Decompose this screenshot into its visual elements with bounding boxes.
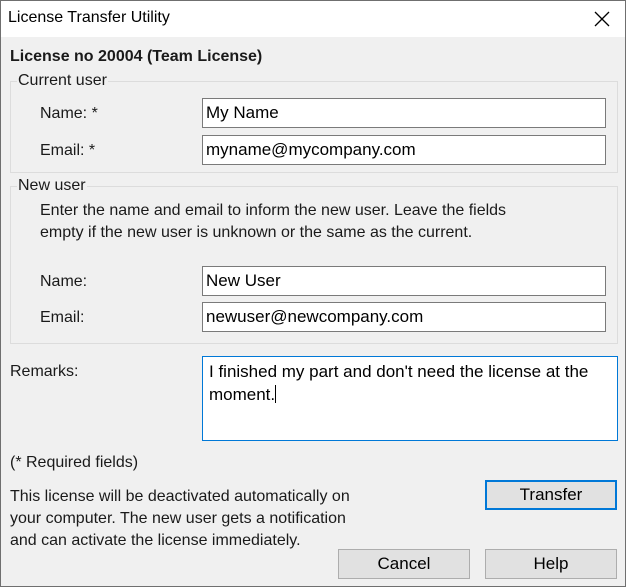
window-title: License Transfer Utility: [8, 9, 170, 26]
new-user-description: Enter the name and email to inform the n…: [40, 200, 506, 244]
new-user-legend: New user: [17, 177, 87, 195]
deactivation-info-line1: This license will be deactivated automat…: [10, 488, 350, 505]
new-user-description-line2: empty if the new user is unknown or the …: [40, 224, 473, 241]
current-user-legend: Current user: [17, 72, 108, 90]
transfer-button[interactable]: Transfer: [485, 480, 617, 510]
license-transfer-dialog: License Transfer Utility License no 2000…: [0, 0, 626, 587]
cancel-button[interactable]: Cancel: [338, 549, 470, 579]
text-caret: [275, 385, 277, 403]
help-button[interactable]: Help: [485, 549, 617, 579]
current-name-label: Name: *: [40, 105, 98, 122]
new-email-field[interactable]: newuser@newcompany.com: [202, 302, 606, 332]
remarks-textarea[interactable]: I finished my part and don't need the li…: [202, 356, 618, 441]
deactivation-info-line3: and can activate the license immediately…: [10, 532, 301, 549]
close-icon: [594, 11, 610, 27]
current-name-field[interactable]: My Name: [202, 98, 606, 128]
license-heading: License no 20004 (Team License): [10, 48, 263, 65]
title-bar: License Transfer Utility: [1, 1, 625, 37]
remarks-line1: I finished my part and don't need the li…: [209, 362, 589, 381]
remarks-label: Remarks:: [10, 363, 79, 380]
new-name-label: Name:: [40, 273, 88, 290]
current-email-field[interactable]: myname@mycompany.com: [202, 135, 606, 165]
remarks-line2: moment.: [209, 385, 276, 404]
new-user-description-line1: Enter the name and email to inform the n…: [40, 202, 507, 219]
new-email-label: Email:: [40, 309, 85, 326]
required-fields-note: (* Required fields): [10, 454, 139, 471]
new-name-field[interactable]: New User: [202, 266, 606, 296]
current-email-label: Email: *: [40, 142, 96, 159]
deactivation-info: This license will be deactivated automat…: [10, 486, 350, 552]
close-button[interactable]: [579, 1, 625, 37]
deactivation-info-line2: your computer. The new user gets a notif…: [10, 510, 346, 527]
